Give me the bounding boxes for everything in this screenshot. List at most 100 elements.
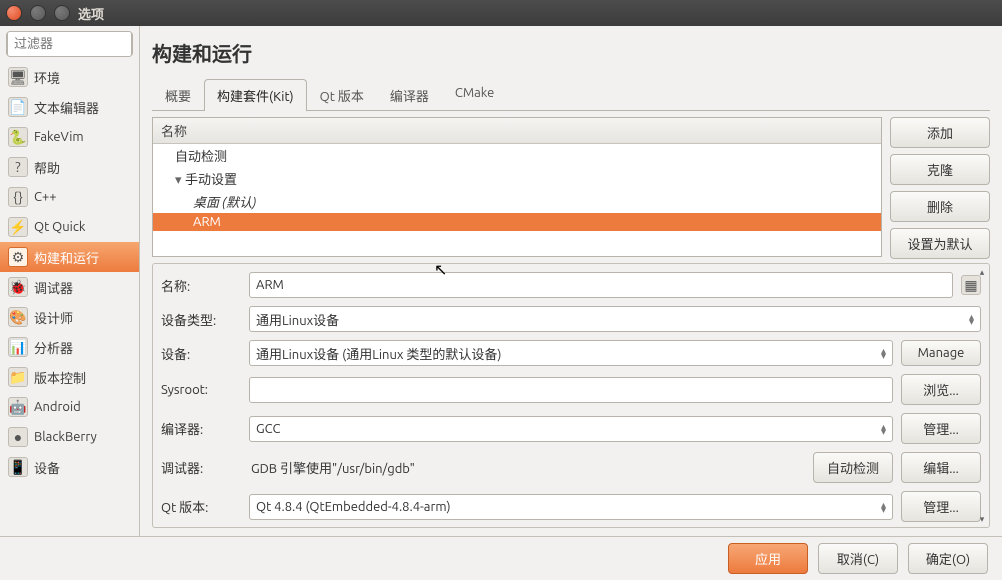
tabs: 概要构建套件(Kit)Qt 版本编译器CMake <box>152 79 990 111</box>
sidebar-item-10[interactable]: 📁 版本控制 <box>0 362 139 392</box>
tab-0[interactable]: 概要 <box>152 79 204 111</box>
sidebar-icon: 📱 <box>8 457 28 477</box>
filter-input-wrap[interactable] <box>6 32 133 56</box>
remove-button[interactable]: 删除 <box>890 191 990 222</box>
sidebar-icon: ⚙ <box>8 247 28 267</box>
sidebar-icon: 🐞 <box>8 277 28 297</box>
sidebar-item-8[interactable]: 🎨 设计师 <box>0 302 139 332</box>
sidebar-item-label: 设备 <box>34 458 60 477</box>
devtype-label: 设备类型: <box>161 310 241 329</box>
sidebar-item-9[interactable]: 📊 分析器 <box>0 332 139 362</box>
sidebar-icon: {} <box>8 187 28 207</box>
tree-manual[interactable]: ▾手动设置 <box>153 167 881 190</box>
device-label: 设备: <box>161 344 241 363</box>
sidebar-icon: 🤖 <box>8 397 28 417</box>
sidebar-icon: 🎨 <box>8 307 28 327</box>
qtver-combo[interactable]: Qt 4.8.4 (QtEmbedded-4.8.4-arm)▴▾ <box>249 494 893 520</box>
sidebar-item-label: 帮助 <box>34 158 60 177</box>
sidebar-item-12[interactable]: ● BlackBerry <box>0 422 139 452</box>
qtver-label: Qt 版本: <box>161 497 241 516</box>
close-icon[interactable] <box>6 5 22 21</box>
name-label: 名称: <box>161 276 241 295</box>
sidebar-item-0[interactable]: 🖥 环境 <box>0 62 139 92</box>
sidebar-item-3[interactable]: ? 帮助 <box>0 152 139 182</box>
chevron-updown-icon: ▴▾ <box>881 348 886 358</box>
tab-3[interactable]: 编译器 <box>377 79 442 111</box>
autodetect-button[interactable]: 自动检测 <box>813 452 893 483</box>
sidebar-item-1[interactable]: 📄 文本编辑器 <box>0 92 139 122</box>
sidebar-item-label: 构建和运行 <box>34 248 99 267</box>
sidebar-item-label: 文本编辑器 <box>34 98 99 117</box>
debugger-value: GDB 引擎使用"/usr/bin/gdb" <box>249 454 805 481</box>
tree-desktop[interactable]: 桌面 (默认) <box>153 190 881 213</box>
debugger-label: 调试器: <box>161 458 241 477</box>
sysroot-input[interactable] <box>249 377 893 403</box>
sidebar-item-4[interactable]: {} C++ <box>0 182 139 212</box>
sidebar-icon: ● <box>8 427 28 447</box>
sidebar-item-label: FakeVim <box>34 130 84 144</box>
sidebar-item-13[interactable]: 📱 设备 <box>0 452 139 482</box>
scroll-up-icon[interactable]: ▴ <box>976 266 988 278</box>
tree-arm[interactable]: ARM <box>153 213 881 231</box>
sidebar-icon: 📄 <box>8 97 28 117</box>
chevron-updown-icon: ▴▾ <box>881 502 886 512</box>
tree-auto[interactable]: 自动检测 <box>153 144 881 167</box>
tab-4[interactable]: CMake <box>442 79 507 111</box>
cancel-button[interactable]: 取消(C) <box>818 543 898 574</box>
set-default-button[interactable]: 设置为默认 <box>890 228 990 259</box>
filter-input[interactable] <box>7 31 132 57</box>
sidebar-item-label: 分析器 <box>34 338 73 357</box>
devtype-combo[interactable]: 通用Linux设备▴▾ <box>249 306 981 332</box>
ok-button[interactable]: 确定(O) <box>908 543 988 574</box>
sidebar-item-label: Qt Quick <box>34 220 85 234</box>
sidebar-item-label: C++ <box>34 190 57 204</box>
compiler-label: 编译器: <box>161 419 241 438</box>
apply-button[interactable]: 应用 <box>728 543 808 574</box>
sidebar-icon: 🐍 <box>8 127 28 147</box>
kit-tree[interactable]: 名称 自动检测 ▾手动设置 桌面 (默认) ARM <box>152 117 882 257</box>
form-area: ▴ ▾ 名称: ▦ 设备类型: 通用Linux设备▴▾ 设备: 通用Linux设… <box>152 263 990 528</box>
sidebar-item-5[interactable]: ⚡ Qt Quick <box>0 212 139 242</box>
manage-qtver-button[interactable]: 管理... <box>901 491 981 522</box>
footer: 应用 取消(C) 确定(O) <box>0 536 1002 580</box>
sidebar-icon: 📊 <box>8 337 28 357</box>
minimize-icon[interactable] <box>30 5 46 21</box>
tree-header: 名称 <box>153 118 881 144</box>
device-combo[interactable]: 通用Linux设备 (通用Linux 类型的默认设备)▴▾ <box>249 340 893 366</box>
chevron-updown-icon: ▴▾ <box>969 314 974 324</box>
sidebar-icon: ⚡ <box>8 217 28 237</box>
manage-compiler-button[interactable]: 管理... <box>901 413 981 444</box>
tab-2[interactable]: Qt 版本 <box>307 79 377 111</box>
sidebar-item-11[interactable]: 🤖 Android <box>0 392 139 422</box>
manage-device-button[interactable]: Manage <box>901 340 981 366</box>
sidebar-icon: 🖥 <box>8 67 28 87</box>
scroll-gutter[interactable]: ▴ ▾ <box>975 264 989 527</box>
edit-debugger-button[interactable]: 编辑... <box>901 452 981 483</box>
titlebar: 选项 <box>0 0 1002 26</box>
sidebar-item-6[interactable]: ⚙ 构建和运行 <box>0 242 139 272</box>
scroll-down-icon[interactable]: ▾ <box>976 513 988 525</box>
sidebar-item-label: 调试器 <box>34 278 73 297</box>
sidebar: 🖥 环境 📄 文本编辑器 🐍 FakeVim? 帮助 {} C++ ⚡ Qt Quick ⚙ 构建和运行… <box>0 26 140 536</box>
page-title: 构建和运行 <box>152 34 990 73</box>
sidebar-item-label: BlackBerry <box>34 430 97 444</box>
window-title: 选项 <box>78 4 104 23</box>
compiler-combo[interactable]: GCC▴▾ <box>249 416 893 442</box>
tab-1[interactable]: 构建套件(Kit) <box>204 79 307 111</box>
browse-button[interactable]: 浏览... <box>901 374 981 405</box>
sidebar-item-label: 设计师 <box>34 308 73 327</box>
sidebar-item-2[interactable]: 🐍 FakeVim <box>0 122 139 152</box>
chevron-down-icon[interactable]: ▾ <box>175 173 185 188</box>
maximize-icon[interactable] <box>54 5 70 21</box>
chevron-updown-icon: ▴▾ <box>881 424 886 434</box>
sidebar-item-label: Android <box>34 400 81 414</box>
sidebar-icon: 📁 <box>8 367 28 387</box>
clone-button[interactable]: 克隆 <box>890 154 990 185</box>
sidebar-item-label: 环境 <box>34 68 60 87</box>
sidebar-item-label: 版本控制 <box>34 368 86 387</box>
add-button[interactable]: 添加 <box>890 117 990 148</box>
sidebar-icon: ? <box>8 157 28 177</box>
sysroot-label: Sysroot: <box>161 383 241 397</box>
sidebar-item-7[interactable]: 🐞 调试器 <box>0 272 139 302</box>
name-input[interactable] <box>249 272 953 298</box>
